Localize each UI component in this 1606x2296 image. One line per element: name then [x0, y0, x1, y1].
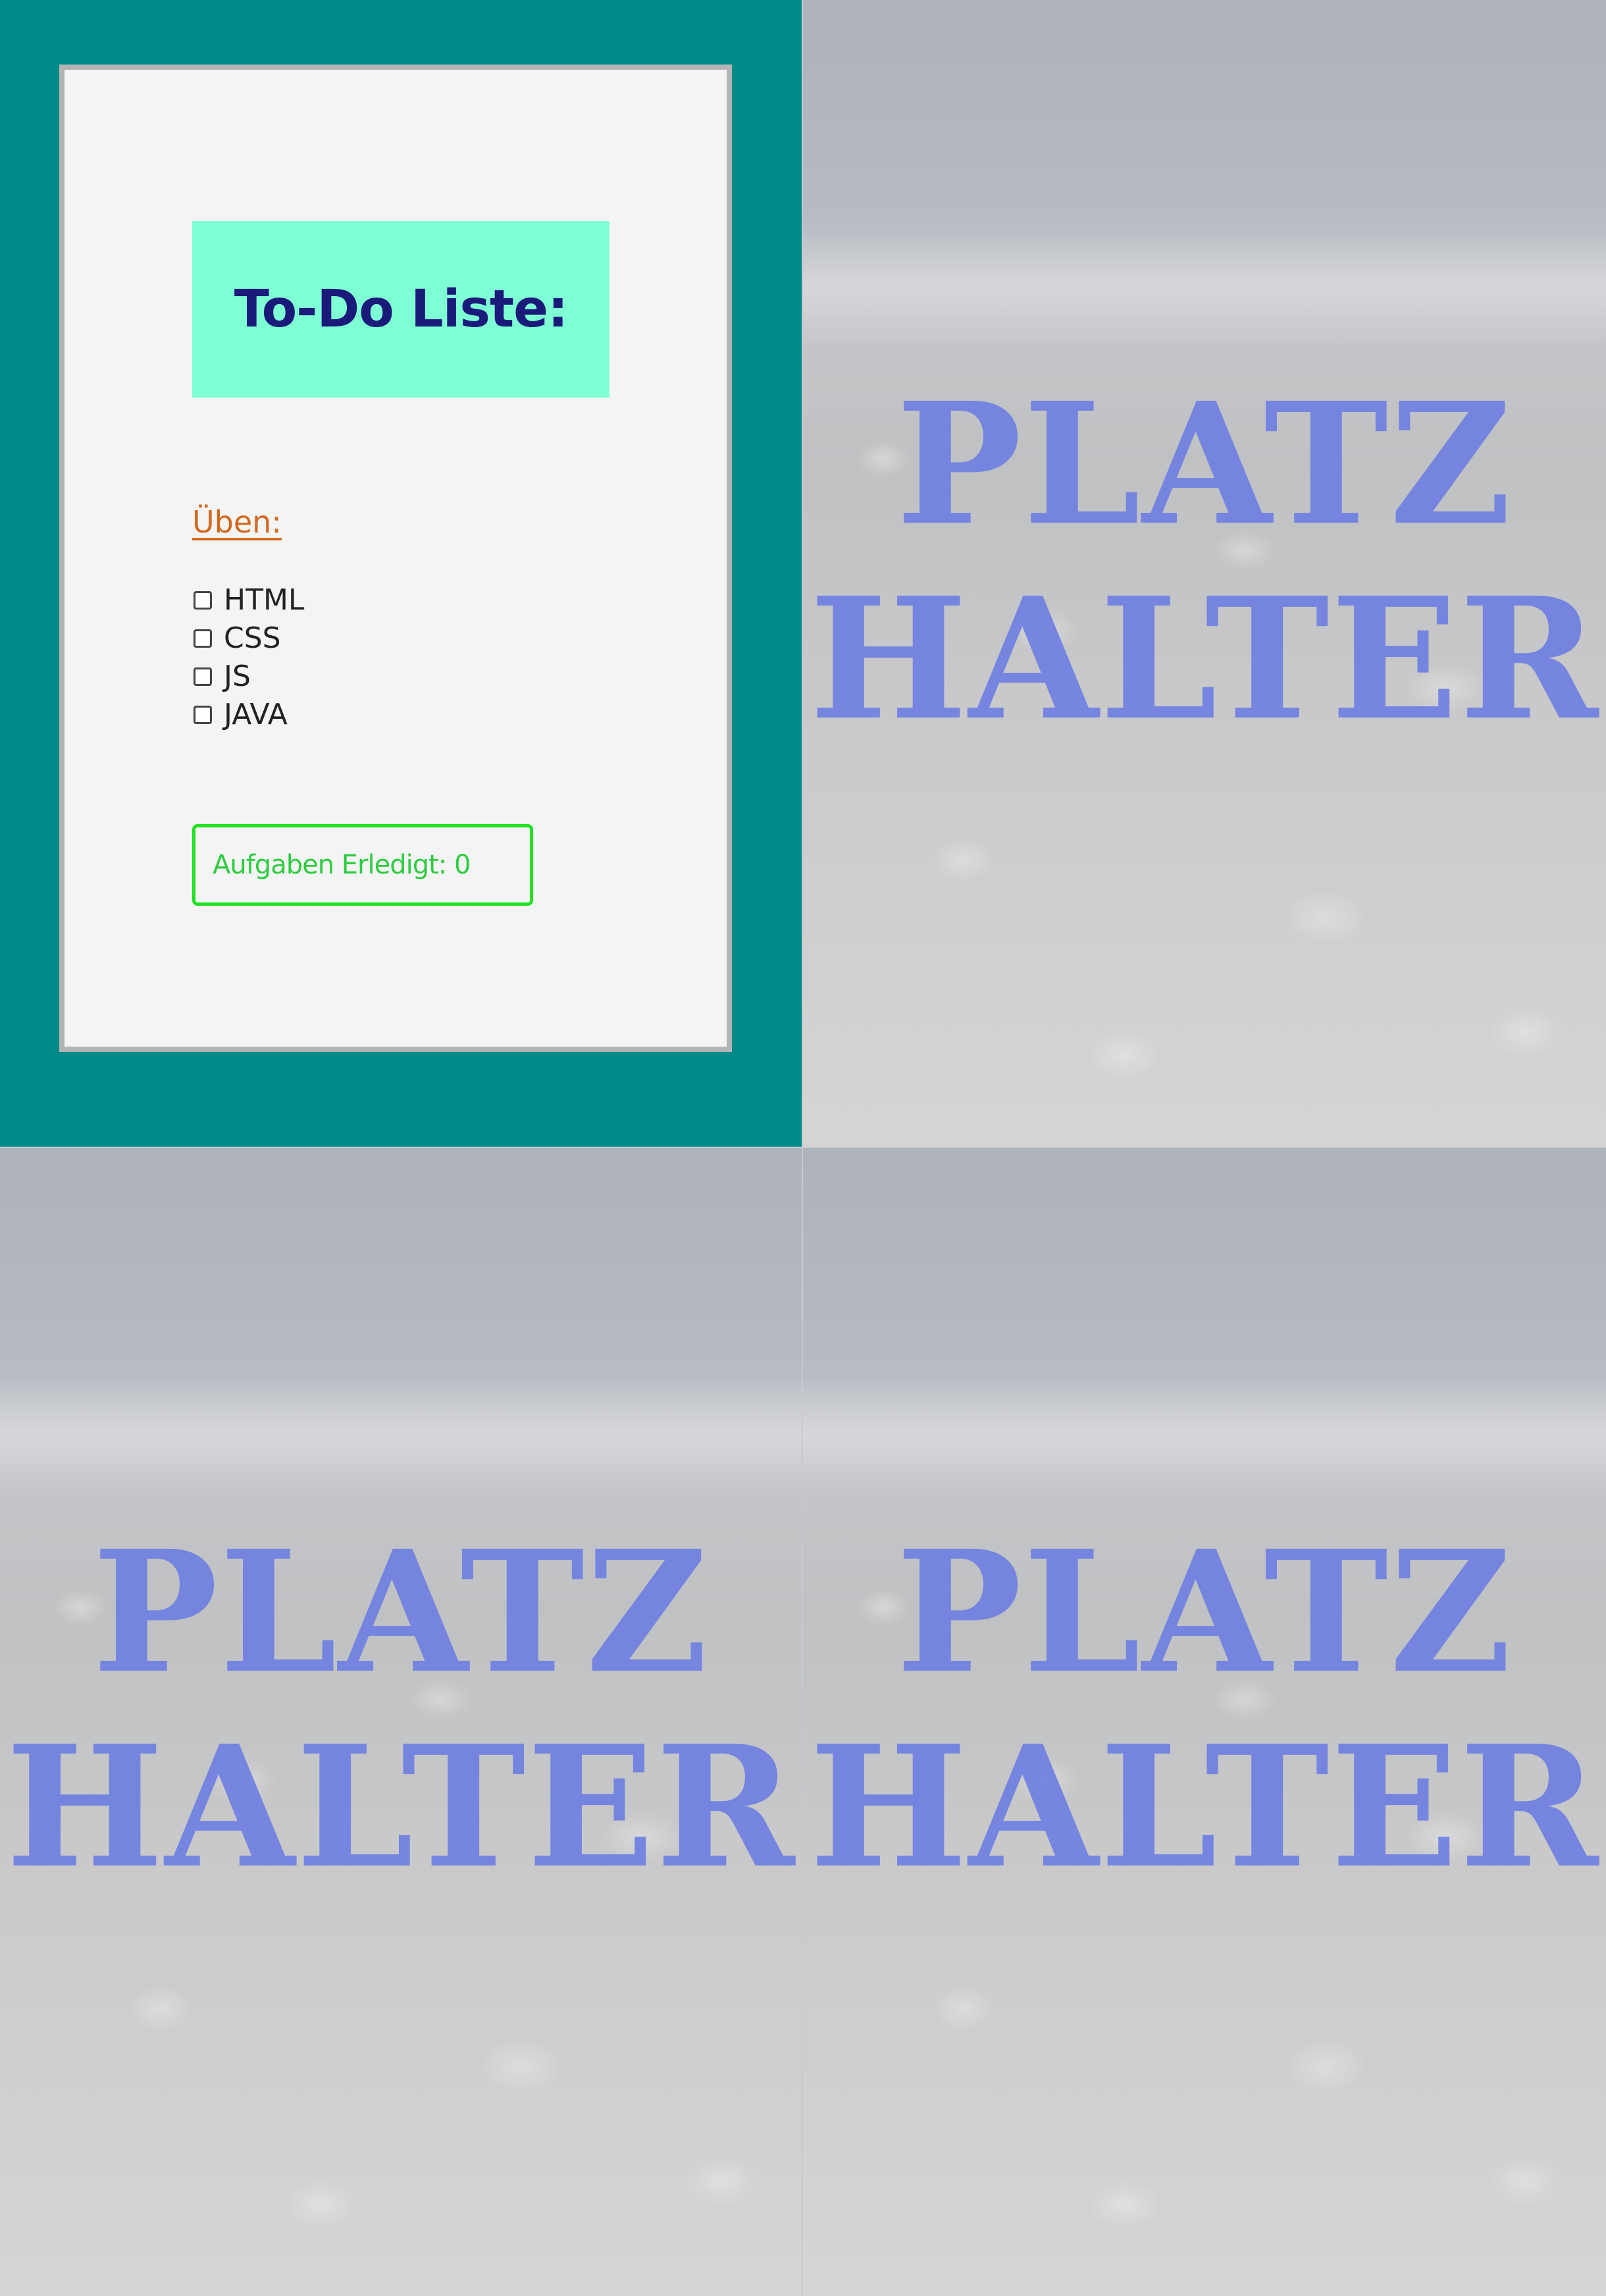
placeholder-line-2: HALTER [809, 561, 1600, 757]
placeholder-panel-bottom-left: PLATZ HALTER [0, 1148, 802, 2296]
task-label: JAVA [224, 698, 288, 731]
sky-haze [803, 1377, 1606, 1493]
task-checkbox[interactable] [194, 590, 212, 610]
placeholder-panel-top-right: PLATZ HALTER [803, 0, 1606, 1147]
sky-haze [803, 229, 1606, 344]
task-checkbox[interactable] [194, 667, 212, 686]
placeholder-line-1: PLATZ [896, 366, 1513, 562]
status-label: Aufgaben Erledigt: [213, 850, 447, 880]
task-label: JS [224, 660, 251, 693]
task-item-css[interactable]: CSS [194, 621, 281, 655]
placeholder-panel-bottom-right: PLATZ HALTER [803, 1148, 1606, 2296]
sky-haze [0, 1377, 802, 1493]
task-checkbox[interactable] [194, 705, 212, 724]
done-counter: Aufgaben Erledigt: 0 [213, 850, 471, 880]
page-title: To-Do Liste: [234, 280, 569, 339]
task-checkbox[interactable] [194, 629, 212, 648]
placeholder-line-2: HALTER [809, 1709, 1600, 1905]
done-count: 0 [453, 850, 471, 880]
task-label: CSS [224, 621, 281, 655]
task-item-js[interactable]: JS [194, 660, 251, 693]
todo-card: To-Do Liste: Üben: HTML CSS JS JAVA Aufg… [59, 65, 732, 1052]
task-item-html[interactable]: HTML [194, 583, 304, 617]
placeholder-line-1: PLATZ [896, 1514, 1513, 1710]
todo-panel: To-Do Liste: Üben: HTML CSS JS JAVA Aufg… [0, 0, 802, 1147]
title-banner: To-Do Liste: [192, 221, 609, 398]
section-label: Üben: [192, 504, 282, 540]
task-item-java[interactable]: JAVA [194, 698, 288, 731]
task-label: HTML [224, 583, 305, 617]
placeholder-line-1: PLATZ [92, 1514, 710, 1710]
status-box: Aufgaben Erledigt: 0 [192, 824, 533, 906]
placeholder-line-2: HALTER [5, 1709, 796, 1905]
